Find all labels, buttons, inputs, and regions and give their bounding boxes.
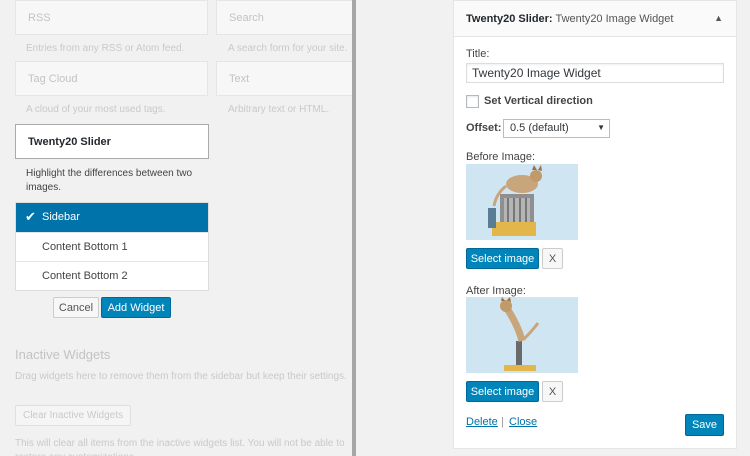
- widget-form: Twenty20 Slider: Twenty20 Image Widget ▲…: [453, 0, 737, 449]
- collapse-arrow-icon[interactable]: ▲: [714, 13, 723, 23]
- widget-header-bold: Twenty20 Slider:: [466, 13, 553, 25]
- offset-label: Offset:: [466, 122, 502, 134]
- before-image-label: Before Image:: [466, 151, 536, 163]
- before-select-image-button[interactable]: Select image: [466, 248, 539, 269]
- offset-select[interactable]: 0.5 (default) ▼: [503, 119, 610, 138]
- title-input[interactable]: [466, 63, 724, 83]
- save-button[interactable]: Save: [685, 414, 724, 436]
- cancel-button[interactable]: Cancel: [53, 297, 99, 318]
- sidebar-choice-content-bottom-2[interactable]: Content Bottom 2: [16, 261, 208, 290]
- clear-inactive-widgets-button[interactable]: Clear Inactive Widgets: [15, 405, 131, 426]
- checkmark-icon: ✔: [25, 209, 36, 224]
- after-remove-image-button[interactable]: X: [542, 381, 563, 402]
- after-image-preview: [466, 297, 578, 373]
- available-widgets-panel: RSS Entries from any RSS or Atom feed. S…: [0, 0, 352, 456]
- sidebar-choice-label: Content Bottom 2: [42, 270, 128, 282]
- title-label: Title:: [466, 48, 490, 60]
- widget-tile-twenty20-slider[interactable]: Twenty20 Slider: [15, 124, 209, 159]
- widget-header[interactable]: Twenty20 Slider: Twenty20 Image Widget ▲: [454, 1, 736, 37]
- widget-description: Arbitrary text or HTML.: [228, 104, 330, 115]
- widget-tile-text[interactable]: Text: [216, 61, 352, 96]
- sidebar-choice-label: Sidebar: [42, 211, 80, 223]
- widget-title: Twenty20 Slider: [28, 136, 111, 148]
- sidebar-choice-content-bottom-1[interactable]: Content Bottom 1: [16, 232, 208, 261]
- widget-title: Tag Cloud: [28, 73, 78, 85]
- before-remove-image-button[interactable]: X: [542, 248, 563, 269]
- delete-link[interactable]: Delete: [466, 416, 498, 428]
- sidebar-choice-label: Content Bottom 1: [42, 241, 128, 253]
- widget-header-sub: Twenty20 Image Widget: [555, 13, 674, 25]
- after-image-label: After Image:: [466, 285, 526, 297]
- add-widget-button[interactable]: Add Widget: [101, 297, 171, 318]
- widget-title: RSS: [28, 12, 51, 24]
- widget-tile-search[interactable]: Search: [216, 0, 352, 35]
- sidebar-chooser: ✔ Sidebar Content Bottom 1 Content Botto…: [15, 202, 209, 291]
- cat-photo-after-icon: [466, 297, 578, 373]
- link-separator: |: [501, 416, 504, 428]
- after-select-image-button[interactable]: Select image: [466, 381, 539, 402]
- widget-description: Entries from any RSS or Atom feed.: [26, 43, 185, 54]
- clear-inactive-description: This will clear all items from the inact…: [15, 438, 345, 456]
- widget-tile-tag-cloud[interactable]: Tag Cloud: [15, 61, 208, 96]
- sidebar-choice-sidebar[interactable]: ✔ Sidebar: [16, 203, 208, 232]
- widget-tile-rss[interactable]: RSS: [15, 0, 208, 35]
- widget-title: Text: [229, 73, 250, 85]
- widget-header-title: Twenty20 Slider: Twenty20 Image Widget: [466, 13, 673, 25]
- widget-settings-panel: Twenty20 Slider: Twenty20 Image Widget ▲…: [356, 0, 750, 456]
- inactive-widgets-heading: Inactive Widgets: [15, 347, 111, 362]
- cat-photo-before-icon: [466, 164, 578, 240]
- offset-selected-value: 0.5 (default): [510, 122, 569, 134]
- inactive-widgets-description: Drag widgets here to remove them from th…: [15, 371, 347, 382]
- dropdown-arrow-icon: ▼: [597, 123, 605, 132]
- vertical-direction-checkbox[interactable]: [466, 95, 479, 108]
- close-link[interactable]: Close: [509, 416, 537, 428]
- widget-description: Highlight the differences between two im…: [26, 168, 193, 193]
- widget-description: A cloud of your most used tags.: [26, 104, 166, 115]
- vertical-direction-label: Set Vertical direction: [484, 95, 593, 107]
- before-image-preview: [466, 164, 578, 240]
- widget-description: A search form for your site.: [228, 43, 348, 54]
- widget-title: Search: [229, 12, 264, 24]
